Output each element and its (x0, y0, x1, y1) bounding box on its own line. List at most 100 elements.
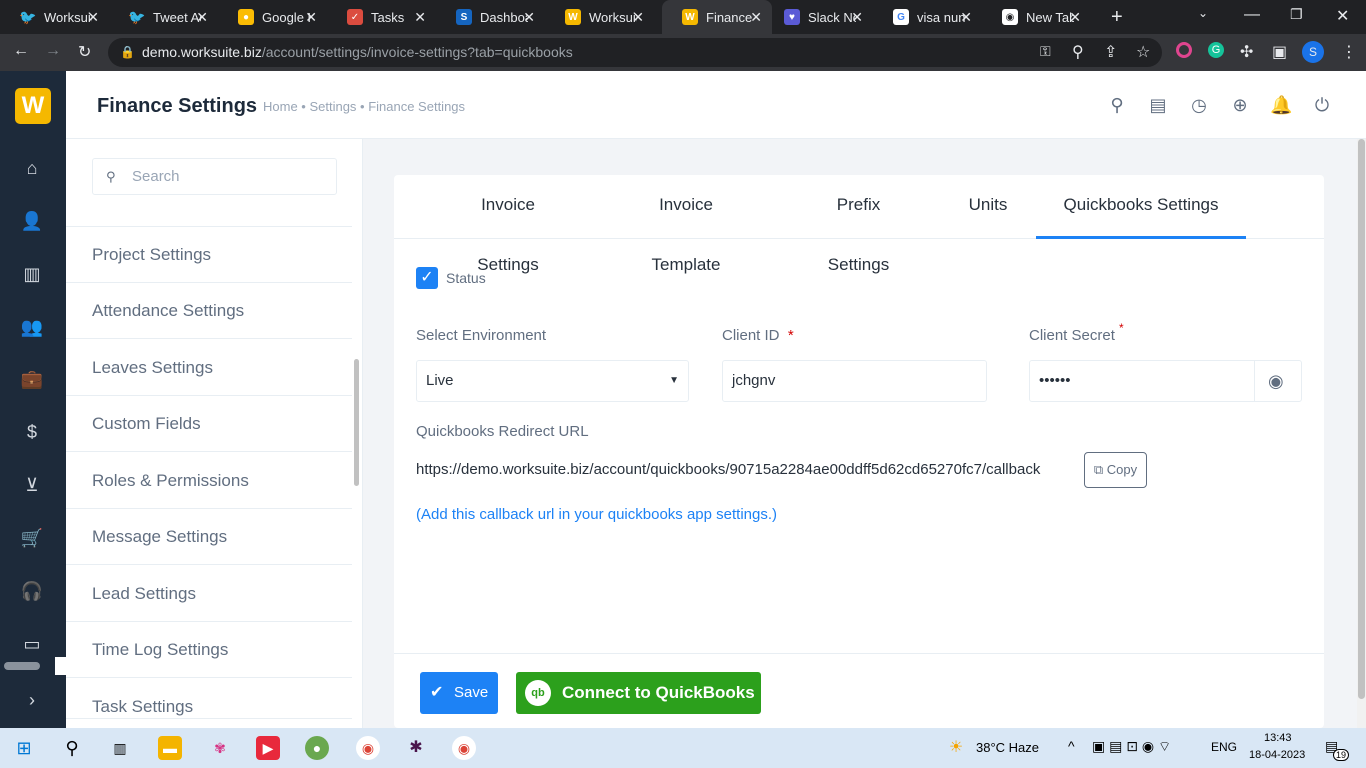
scrollbar-thumb[interactable] (1358, 139, 1365, 699)
browser-tab[interactable]: S Dashboa ✕ (436, 0, 545, 34)
minimize-icon[interactable]: — (1244, 6, 1260, 24)
settings-item-message[interactable]: Message Settings (66, 509, 352, 565)
settings-menu-scrollbar[interactable] (354, 359, 359, 486)
settings-item-project[interactable]: Project Settings (66, 227, 352, 283)
environment-select[interactable]: Live ▼ (416, 360, 689, 402)
status-checkbox[interactable]: ✓ (416, 267, 438, 289)
extensions-puzzle-icon[interactable]: ✣ (1240, 42, 1253, 62)
chrome-icon[interactable]: ◉ (356, 736, 380, 760)
copy-button[interactable]: ⧉ Copy (1084, 452, 1147, 488)
settings-item-custom-fields[interactable]: Custom Fields (66, 396, 352, 452)
close-icon[interactable]: ✕ (196, 9, 208, 26)
search-icon[interactable]: ⚲ (60, 736, 84, 760)
close-icon[interactable]: ✕ (851, 9, 863, 26)
tab-invoice-settings[interactable]: Invoice Settings (449, 175, 567, 274)
system-tray-icons[interactable]: ▣ ▤ ⊡ ◉ ⌔ (1092, 738, 1171, 756)
settings-item-roles[interactable]: Roles & Permissions (66, 453, 352, 509)
clock-icon[interactable]: ◷ (1188, 94, 1210, 116)
new-tab-icon[interactable]: + (1111, 6, 1123, 29)
cart-icon[interactable]: 🛒 (20, 526, 44, 550)
close-icon[interactable]: ✕ (523, 9, 535, 26)
slack-icon[interactable]: ✱ (404, 736, 428, 760)
browser-tab[interactable]: Gvisa nun ✕ (873, 0, 982, 34)
close-icon[interactable]: ✕ (750, 9, 762, 26)
close-icon[interactable]: ✕ (960, 9, 972, 26)
restore-icon[interactable]: ❐ (1290, 6, 1303, 23)
connect-quickbooks-button[interactable]: qb Connect to QuickBooks (516, 672, 761, 714)
home-icon[interactable]: ⌂ (20, 156, 44, 180)
settings-item-leaves[interactable]: Leaves Settings (66, 340, 352, 396)
forward-icon[interactable]: → (45, 42, 61, 60)
browser-tab[interactable]: ◉ New Tab ✕ (982, 0, 1091, 34)
url-input[interactable]: 🔒 demo.worksuite.biz/account/settings/in… (108, 38, 1162, 67)
worksuite-logo[interactable]: W (15, 88, 51, 124)
close-icon[interactable]: ✕ (1069, 9, 1081, 26)
chrome-menu-icon[interactable]: ⋮ (1341, 42, 1357, 62)
window-close-icon[interactable]: ✕ (1336, 6, 1349, 26)
browser-tab-active[interactable]: W Finance ✕ (662, 0, 772, 34)
chrome-icon[interactable]: ◉ (452, 736, 476, 760)
side-panel-icon[interactable]: ▣ (1272, 42, 1287, 62)
tab-invoice-template[interactable]: Invoice Template (623, 175, 749, 274)
user-app-icon[interactable]: ● (305, 736, 329, 760)
app-icon[interactable]: ✾ (208, 736, 232, 760)
browser-tab[interactable]: 🐦Worksuite✕ (0, 0, 109, 34)
chevron-up-icon[interactable]: ^ (1068, 738, 1075, 754)
key-icon[interactable]: ⚿ (1040, 43, 1051, 60)
calendar-icon[interactable]: ▭ (20, 632, 44, 656)
file-explorer-icon[interactable]: ▬ (158, 736, 182, 760)
user-icon[interactable]: 👤 (20, 209, 44, 233)
settings-item-time-log[interactable]: Time Log Settings (66, 622, 352, 678)
language-indicator[interactable]: ENG (1211, 740, 1237, 754)
plus-circle-icon[interactable]: ⊕ (1229, 94, 1251, 116)
extension-icon[interactable] (1176, 42, 1192, 58)
browser-tab[interactable]: ✓ Tasks ✕ (327, 0, 436, 34)
sticky-note-icon[interactable]: ▤ (1147, 94, 1169, 116)
close-icon[interactable]: ✕ (305, 9, 317, 26)
windows-start-icon[interactable]: ⊞ (12, 736, 36, 760)
eye-icon[interactable]: ◉ (1254, 360, 1302, 402)
tab-prefix-settings[interactable]: Prefix Settings (804, 175, 913, 274)
clock-time[interactable]: 13:43 (1264, 732, 1292, 744)
settings-item-attendance[interactable]: Attendance Settings (66, 283, 352, 339)
browser-tab[interactable]: ♥ Slack No ✕ (764, 0, 873, 34)
headset-icon[interactable]: 🎧 (20, 579, 44, 603)
profile-avatar[interactable]: S (1302, 41, 1324, 63)
close-icon[interactable]: ✕ (87, 9, 99, 26)
search-icon[interactable]: ⚲ (1106, 94, 1128, 116)
dollar-icon[interactable]: $ (20, 420, 44, 444)
basket-icon[interactable]: ⊻ (20, 473, 44, 497)
building-icon[interactable]: ▥ (20, 262, 44, 286)
tab-units[interactable]: Units (968, 175, 1008, 239)
briefcase-icon[interactable]: 💼 (20, 367, 44, 391)
back-icon[interactable]: ← (13, 42, 29, 60)
users-icon[interactable]: 👥 (20, 315, 44, 339)
bell-icon[interactable]: 🔔 (1270, 94, 1292, 116)
close-icon[interactable]: ✕ (414, 9, 426, 26)
reload-icon[interactable]: ↻ (78, 42, 91, 62)
tab-quickbooks-settings[interactable]: Quickbooks Settings (1036, 175, 1246, 239)
sidebar-scrollbar[interactable] (4, 662, 40, 670)
settings-item-task[interactable]: Task Settings (66, 679, 352, 719)
task-view-icon[interactable]: ▥ (108, 736, 132, 760)
chevron-down-icon[interactable]: ⌄ (1198, 6, 1208, 20)
weather-text[interactable]: 38°C Haze (976, 740, 1039, 755)
chevron-right-icon[interactable]: › (20, 688, 44, 712)
browser-tab[interactable]: 🐦 Tweet Ac ✕ (109, 0, 218, 34)
save-button[interactable]: ✔ Save (420, 672, 498, 714)
client-secret-input[interactable]: •••••• (1029, 360, 1255, 402)
power-icon[interactable]: ⏻ (1311, 94, 1333, 116)
client-id-input[interactable]: jchgnv (722, 360, 987, 402)
page-scrollbar[interactable] (1357, 139, 1366, 728)
clock-date[interactable]: 18-04-2023 (1249, 749, 1305, 761)
grammarly-icon[interactable]: G (1208, 42, 1224, 58)
bookmark-star-icon[interactable]: ☆ (1136, 42, 1150, 62)
settings-item-lead[interactable]: Lead Settings (66, 566, 352, 622)
browser-tab[interactable]: W Worksuit ✕ (545, 0, 654, 34)
media-player-icon[interactable]: ▶ (256, 736, 280, 760)
browser-tab[interactable]: ●Google K✕ (218, 0, 327, 34)
zoom-icon[interactable]: ⚲ (1072, 42, 1084, 62)
share-icon[interactable]: ⇪ (1104, 42, 1117, 62)
settings-search-input[interactable]: ⚲ Search (92, 158, 337, 195)
close-icon[interactable]: ✕ (632, 9, 644, 26)
